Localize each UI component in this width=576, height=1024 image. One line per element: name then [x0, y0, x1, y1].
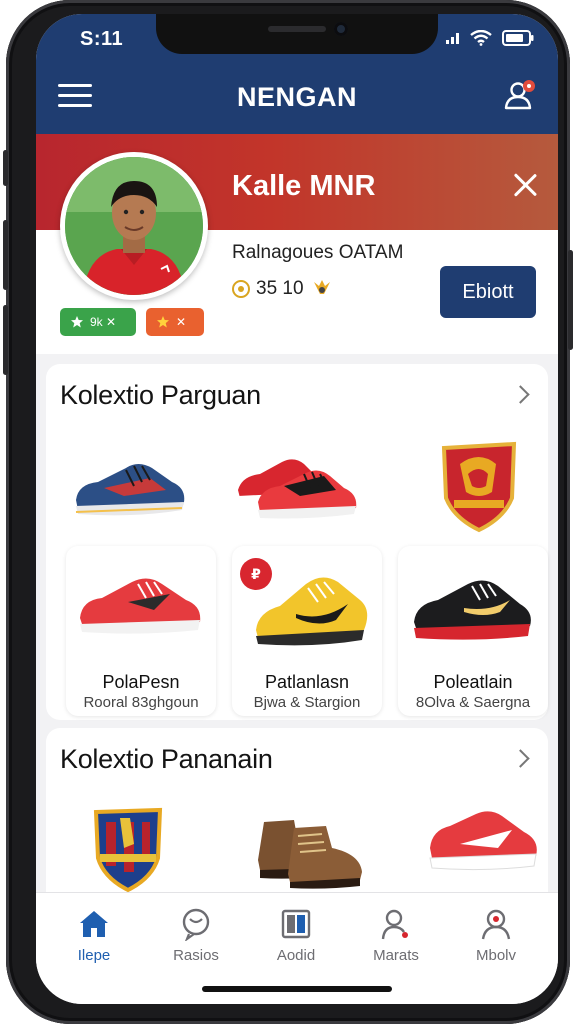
trophy-icon [313, 280, 330, 294]
chat-icon [182, 908, 210, 941]
product-subtitle: 8Olva & Saergna [415, 694, 531, 711]
home-icon [80, 911, 108, 937]
brown-boots-icon [258, 820, 362, 889]
wifi-icon [470, 30, 492, 46]
nav-label: Marats [373, 947, 419, 964]
coin-icon [232, 280, 250, 298]
user-notification-icon[interactable] [500, 76, 540, 116]
red-black-sneakers-icon [238, 459, 357, 519]
product-card-black-shoe[interactable]: Poleatlain 8Olva & Saergna [398, 546, 548, 716]
collection-section-2: Kolextio Pananain [46, 728, 548, 898]
edit-profile-button[interactable]: Ebiott [440, 266, 536, 318]
power-button [568, 250, 573, 350]
nav-chats[interactable]: Rasios [148, 907, 244, 977]
product-name: Poleatlain [433, 672, 513, 692]
mute-switch [3, 150, 8, 186]
nav-books[interactable]: Aodid [248, 907, 344, 977]
section-title: Kolextio Parguan [60, 380, 261, 410]
chevron-right-icon[interactable] [514, 750, 530, 766]
profile-card: Kalle MNR Ralnagoues OATAM 35 10 Ebiott … [36, 134, 558, 354]
badge-orange: ✕ [146, 308, 204, 336]
book-icon [281, 909, 311, 939]
product-name: Patlanlasn [264, 672, 350, 692]
close-icon[interactable] [510, 170, 540, 200]
points-value: 35 10 [256, 278, 304, 299]
product-subtitle: Bjwa & Stargion [253, 694, 361, 711]
nav-label: Ilepe [77, 947, 111, 964]
product-red-white-sneaker[interactable] [424, 800, 544, 890]
red-white-sneaker-icon [429, 811, 537, 871]
phone-screen: S:11 NENGAN Kalle MNR Ralnagoues OATAM 3… [36, 14, 558, 1004]
nav-profile[interactable]: Mbolv [448, 907, 544, 977]
collection-section-1: Kolextio Parguan PolaPesn Rooral 83ghgou… [46, 364, 548, 720]
section-title: Kolextio Pananain [60, 744, 273, 774]
product-card-yellow-shoe[interactable]: ₽ Patlanlasn Bjwa & Stargion [232, 546, 382, 716]
badge-green-label: 9k ✕ [90, 315, 117, 329]
person-search-icon [381, 909, 408, 940]
status-time: S:11 [80, 28, 124, 50]
avatar[interactable] [60, 152, 208, 300]
app-title: NENGAN [236, 82, 357, 112]
battery-icon [502, 30, 534, 46]
star-badge-icon [157, 316, 169, 328]
red-shoe-icon [80, 578, 201, 634]
status-icons [446, 30, 534, 46]
volume-down-button [3, 305, 8, 375]
black-shoe-icon [414, 580, 531, 640]
points-row: 35 10 [232, 278, 334, 300]
yellow-shoe-icon [256, 577, 368, 646]
nav-home[interactable]: Ilepe [46, 907, 142, 977]
club-crest-icon [93, 807, 163, 893]
product-club-crest-blue[interactable] [90, 804, 166, 894]
product-subtitle: Rooral 83ghgoun [83, 694, 199, 711]
club-crest-icon [441, 441, 517, 533]
blue-sneaker-icon [75, 464, 185, 516]
profile-subtitle: Ralnagoues OATAM [232, 242, 404, 263]
product-card-red-shoe[interactable]: PolaPesn Rooral 83ghgoun [66, 546, 216, 716]
chevron-right-icon[interactable] [514, 386, 530, 402]
nav-label: Mbolv [475, 947, 516, 964]
product-brown-boots[interactable] [242, 798, 392, 894]
nav-label: Aodid [276, 947, 316, 964]
badge-orange-label: ✕ [176, 315, 187, 329]
product-red-black-sneakers[interactable] [228, 430, 368, 530]
volume-up-button [3, 220, 8, 290]
badge-green: 9k ✕ [60, 308, 136, 336]
phone-frame: S:11 NENGAN Kalle MNR Ralnagoues OATAM 3… [3, 0, 573, 1024]
avatar-photo [65, 157, 203, 295]
profile-name: Kalle MNR [232, 170, 376, 202]
product-name: PolaPesn [102, 672, 180, 692]
profile-icon [481, 909, 511, 940]
device-notch [156, 14, 438, 54]
signal-icon [446, 33, 459, 44]
star-badge-icon [71, 316, 83, 328]
product-blue-sneaker[interactable] [64, 430, 194, 530]
home-indicator[interactable] [202, 986, 392, 992]
nav-label: Rasios [173, 947, 219, 964]
nav-markets[interactable]: Marats [348, 907, 444, 977]
product-club-crest-red[interactable] [434, 434, 524, 534]
